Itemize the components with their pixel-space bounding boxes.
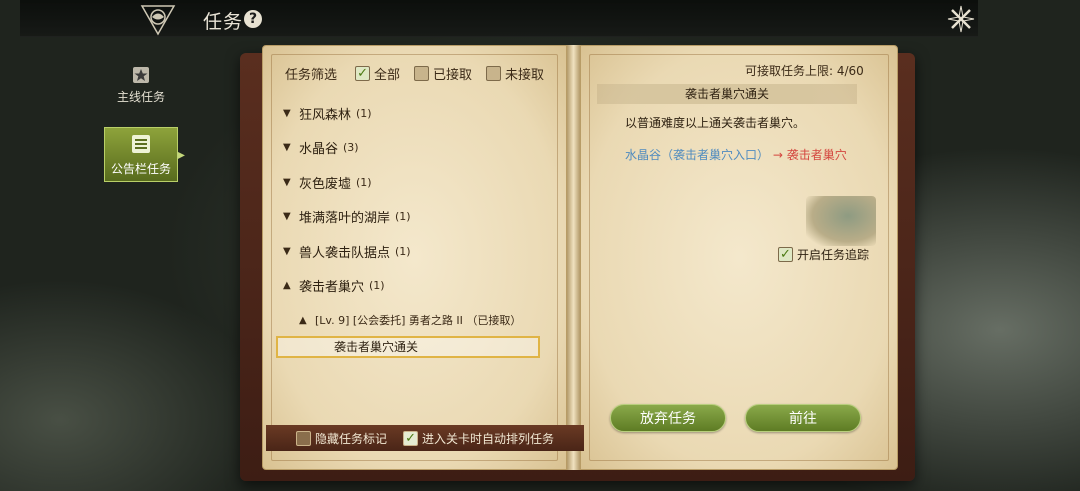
checkbox-unchecked-icon bbox=[414, 66, 430, 81]
checkbox-checked-icon: ✓ bbox=[403, 430, 419, 446]
quest-group-count: (1) bbox=[356, 175, 372, 189]
tab-pointer-icon: ▶ bbox=[177, 150, 185, 161]
expand-arrow-icon: ▲ bbox=[299, 314, 307, 326]
sub-quest-name: [Lv. 9] [公会委托] 勇者之路 II （已接取） bbox=[315, 314, 522, 328]
quest-group-count: (1) bbox=[395, 244, 411, 258]
filter-all-checkbox[interactable]: ✓ 全部 bbox=[355, 64, 400, 83]
auto-sort-label: 进入关卡时自动排列任务 bbox=[422, 431, 555, 446]
quest-group-name: 堆满落叶的湖岸 bbox=[299, 211, 391, 227]
quest-group-name: 狂风森林 bbox=[299, 107, 352, 123]
hide-marker-checkbox[interactable]: 隐藏任务标记 bbox=[296, 430, 387, 447]
quest-group-name: 袭击者巢穴 bbox=[299, 280, 365, 296]
route-to[interactable]: → 袭击者巢穴 bbox=[773, 148, 847, 162]
guild-emblem-icon bbox=[135, 0, 181, 40]
quest-group-count: (1) bbox=[369, 279, 385, 293]
sub-quest-row[interactable]: ▲ [Lv. 9] [公会委托] 勇者之路 II （已接取） bbox=[283, 303, 548, 338]
quest-description: 以普通难度以上通关袭击者巢穴。 bbox=[625, 116, 806, 130]
filter-unaccepted-label: 未接取 bbox=[505, 68, 545, 83]
quest-group-count: (1) bbox=[356, 106, 372, 120]
track-quest-checkbox[interactable]: ✓ 开启任务追踪 bbox=[778, 246, 869, 263]
quest-group-name: 兽人袭击队据点 bbox=[299, 245, 391, 261]
book-spine bbox=[567, 45, 580, 470]
filter-label: 任务筛选 bbox=[285, 68, 338, 83]
close-icon[interactable] bbox=[946, 4, 976, 34]
tab-main-quest[interactable]: 主线任务 bbox=[104, 62, 178, 114]
quest-group-count: (1) bbox=[395, 210, 411, 224]
location-thumbnail bbox=[806, 196, 876, 246]
go-button[interactable]: 前往 bbox=[745, 404, 861, 432]
expand-arrow-icon: ▲ bbox=[283, 280, 291, 292]
quest-group-row[interactable]: ▼ 兽人袭击队据点 (1) bbox=[283, 234, 548, 269]
page-title: 任务 bbox=[203, 11, 244, 33]
filter-all-label: 全部 bbox=[374, 68, 401, 83]
filter-unaccepted-checkbox[interactable]: 未接取 bbox=[486, 64, 544, 83]
auto-sort-checkbox[interactable]: ✓ 进入关卡时自动排列任务 bbox=[403, 430, 554, 447]
filter-accepted-checkbox[interactable]: 已接取 bbox=[414, 64, 472, 83]
quest-filter: 任务筛选 ✓ 全部 已接取 未接取 bbox=[285, 64, 558, 83]
quest-group-count: (3) bbox=[343, 141, 359, 155]
quest-group-row[interactable]: ▼ 狂风森林 (1) bbox=[283, 96, 548, 131]
collapse-arrow-icon: ▼ bbox=[283, 107, 291, 119]
checkbox-checked-icon: ✓ bbox=[355, 66, 371, 81]
quest-detail-title: 袭击者巢穴通关 bbox=[597, 84, 857, 104]
quest-group-row[interactable]: ▼ 堆满落叶的湖岸 (1) bbox=[283, 200, 548, 235]
checkbox-unchecked-icon bbox=[296, 430, 311, 446]
route-from[interactable]: 水晶谷（袭击者巢穴入口） bbox=[625, 148, 769, 162]
collapse-arrow-icon: ▼ bbox=[283, 142, 291, 154]
top-bar: 任务 ? bbox=[20, 0, 978, 37]
scroll-star-icon bbox=[104, 62, 178, 88]
quest-group-row[interactable]: ▼ 灰色废墟 (1) bbox=[283, 165, 548, 200]
quest-route: 水晶谷（袭击者巢穴入口） → 袭击者巢穴 bbox=[625, 146, 847, 163]
list-options-bar: 隐藏任务标记 ✓ 进入关卡时自动排列任务 bbox=[266, 425, 584, 451]
help-icon[interactable]: ? bbox=[244, 10, 262, 28]
tab-bulletin-quest[interactable]: 公告栏任务 ▶ bbox=[104, 127, 185, 182]
bulletin-board-icon bbox=[105, 128, 177, 160]
tab-bulletin-quest-label: 公告栏任务 bbox=[110, 162, 171, 176]
quest-group-name: 灰色废墟 bbox=[299, 176, 352, 192]
collapse-arrow-icon: ▼ bbox=[283, 176, 291, 188]
collapse-arrow-icon: ▼ bbox=[283, 211, 291, 223]
track-quest-label: 开启任务追踪 bbox=[797, 248, 870, 262]
collapse-arrow-icon: ▼ bbox=[283, 245, 291, 257]
quest-group-row[interactable]: ▼ 水晶谷 (3) bbox=[283, 131, 548, 166]
quest-group-row[interactable]: ▲ 袭击者巢穴 (1) bbox=[283, 269, 548, 304]
selected-quest-item[interactable]: 袭击者巢穴通关 bbox=[276, 336, 540, 358]
abandon-quest-button[interactable]: 放弃任务 bbox=[610, 404, 726, 432]
hide-marker-label: 隐藏任务标记 bbox=[315, 431, 388, 446]
quest-limit: 可接取任务上限: 4/60 bbox=[745, 64, 864, 78]
checkbox-unchecked-icon bbox=[486, 66, 502, 81]
quest-group-name: 水晶谷 bbox=[299, 142, 339, 158]
filter-accepted-label: 已接取 bbox=[433, 68, 473, 83]
quest-list: ▼ 狂风森林 (1) ▼ 水晶谷 (3) ▼ 灰色废墟 (1) ▼ 堆满落叶的湖… bbox=[283, 96, 548, 338]
tab-main-quest-label: 主线任务 bbox=[116, 90, 165, 104]
checkbox-checked-icon: ✓ bbox=[778, 247, 793, 262]
